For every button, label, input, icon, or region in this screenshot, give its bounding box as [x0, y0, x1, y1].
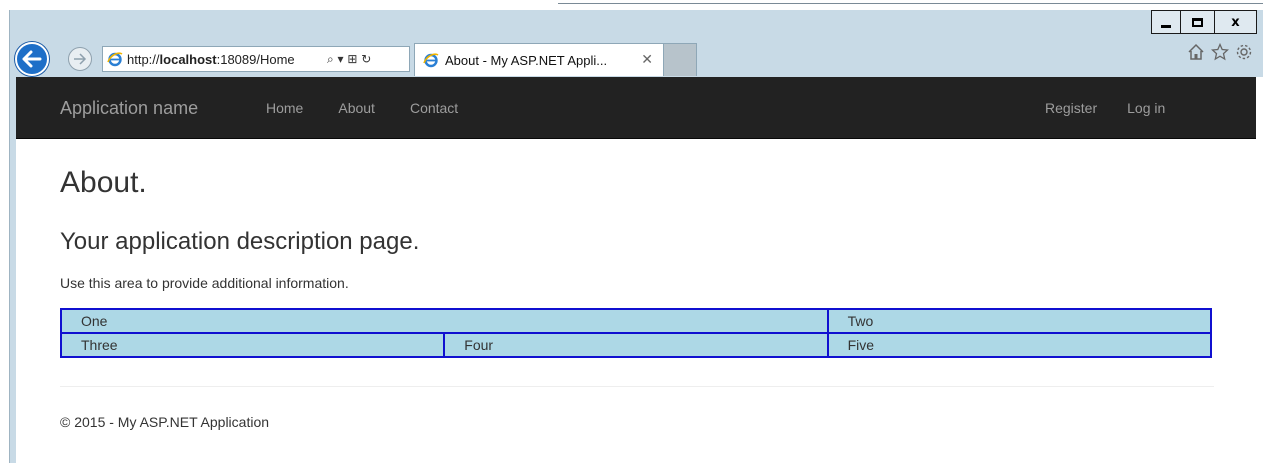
url-scheme: http://	[127, 51, 160, 67]
address-tools[interactable]: ⌕ ▾ ⊞ ↻	[327, 52, 371, 67]
maximize-icon	[1192, 17, 1203, 27]
table-cell: Three	[59, 332, 446, 358]
table-cell: Two	[826, 308, 1213, 334]
table-cell: One	[60, 308, 829, 334]
page-subtitle: Your application description page.	[60, 228, 420, 255]
ie-page-icon	[107, 52, 123, 67]
page-viewport: Application name Home About Contact Regi…	[16, 77, 1256, 463]
tab-about[interactable]: About - My ASP.NET Appli... ✕	[414, 43, 664, 76]
minimize-button[interactable]	[1151, 10, 1181, 34]
maximize-button[interactable]	[1181, 10, 1215, 34]
ie-tab-icon	[423, 53, 439, 68]
table-row: One Two	[60, 308, 1213, 334]
info-paragraph: Use this area to provide additional info…	[60, 275, 349, 291]
forward-button[interactable]	[68, 47, 92, 71]
footer-divider	[60, 386, 1214, 387]
home-icon[interactable]	[1187, 43, 1205, 61]
url-path: :18089/Home	[216, 51, 295, 67]
close-window-button[interactable]: x	[1215, 10, 1257, 34]
window-top-strip	[0, 0, 1263, 10]
close-icon: x	[1231, 14, 1240, 30]
minimize-icon	[1161, 24, 1171, 28]
site-navbar: Application name Home About Contact Regi…	[16, 77, 1256, 139]
navbar-brand-link[interactable]: Application name	[60, 98, 198, 119]
page-title: About.	[60, 166, 147, 199]
settings-gear-icon[interactable]	[1235, 43, 1253, 61]
nav-link-register[interactable]: Register	[1045, 100, 1097, 116]
table-cell: Five	[826, 332, 1213, 358]
table-row: Three Four Five	[59, 332, 1213, 358]
divider	[558, 3, 1263, 4]
nav-link-login[interactable]: Log in	[1127, 100, 1165, 116]
forward-arrow-icon	[74, 53, 87, 65]
window-left-frame	[9, 77, 16, 463]
address-bar[interactable]: http://localhost:18089/Home ⌕ ▾ ⊞ ↻	[102, 46, 410, 72]
browser-window: x http://localhost:18089/Home ⌕ ▾ ⊞ ↻ Ab…	[0, 0, 1263, 463]
nav-link-contact[interactable]: Contact	[410, 100, 458, 116]
back-arrow-icon	[22, 50, 42, 68]
navbar-links: Home About Contact	[266, 100, 493, 116]
caption-buttons: x	[1151, 10, 1257, 34]
address-url[interactable]: http://localhost:18089/Home	[127, 52, 323, 67]
footer-copyright: © 2015 - My ASP.NET Application	[60, 414, 270, 430]
toolbar-icons	[1187, 43, 1253, 61]
favorites-star-icon[interactable]	[1211, 43, 1229, 61]
tab-title: About - My ASP.NET Appli...	[445, 52, 608, 68]
tab-close-icon[interactable]: ✕	[641, 52, 653, 68]
data-grid-table: One Two Three Four Five	[59, 308, 1213, 358]
table-cell: Four	[443, 332, 829, 358]
nav-link-about[interactable]: About	[338, 100, 375, 116]
navbar-account-links: Register Log in	[1045, 100, 1195, 116]
new-tab-button[interactable]	[664, 43, 697, 76]
back-button[interactable]	[15, 42, 49, 76]
nav-link-home[interactable]: Home	[266, 100, 303, 116]
url-host: localhost	[159, 51, 217, 67]
